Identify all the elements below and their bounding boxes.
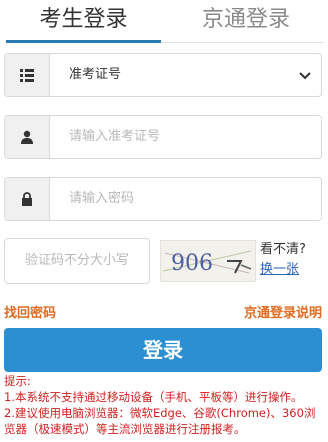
lock-icon (5, 178, 50, 220)
notice-title: 提示: (4, 374, 31, 388)
id-type-select[interactable]: 准考证号 (4, 53, 322, 97)
list-icon (5, 54, 50, 96)
auxiliary-links: 找回密码 京通登录说明 (4, 302, 322, 322)
id-number-placeholder: 请输入准考证号 (69, 129, 161, 144)
notice: 提示: 1.本系统不支持通过移动设备（手机、平板等）进行操作。 2.建议使用电脑… (4, 373, 324, 437)
chevron-down-icon (299, 72, 311, 80)
captcha-input[interactable]: 验证码不分大小写 (4, 238, 150, 284)
captcha-change-link[interactable]: 换一张 (260, 260, 306, 280)
forgot-password-link[interactable]: 找回密码 (4, 302, 56, 321)
active-tab-indicator (6, 40, 161, 43)
login-tabs: 考生登录 京通登录 (0, 0, 328, 44)
notice-line-2: 2.建议使用电脑浏览器：微软Edge、谷歌(Chrome)、360浏览器（极速模… (4, 406, 316, 436)
captcha-unclear-label: 看不清? (260, 242, 306, 257)
captcha-help: 看不清? 换一张 (260, 240, 306, 280)
password-input[interactable]: 请输入密码 (4, 177, 322, 221)
notice-line-1: 1.本系统不支持通过移动设备（手机、平板等）进行操作。 (4, 390, 303, 404)
tab-candidate-login[interactable]: 考生登录 (6, 2, 161, 38)
login-button[interactable]: 登录 (4, 328, 322, 372)
tab-jingtong-login[interactable]: 京通登录 (166, 2, 326, 38)
captcha-image[interactable]: 906 (160, 240, 256, 282)
user-icon (5, 116, 50, 158)
id-type-value: 准考证号 (69, 67, 122, 82)
captcha-text: 906 (171, 251, 213, 276)
jingtong-help-link[interactable]: 京通登录说明 (244, 302, 322, 321)
id-number-input[interactable]: 请输入准考证号 (4, 115, 322, 159)
password-placeholder: 请输入密码 (69, 191, 135, 206)
